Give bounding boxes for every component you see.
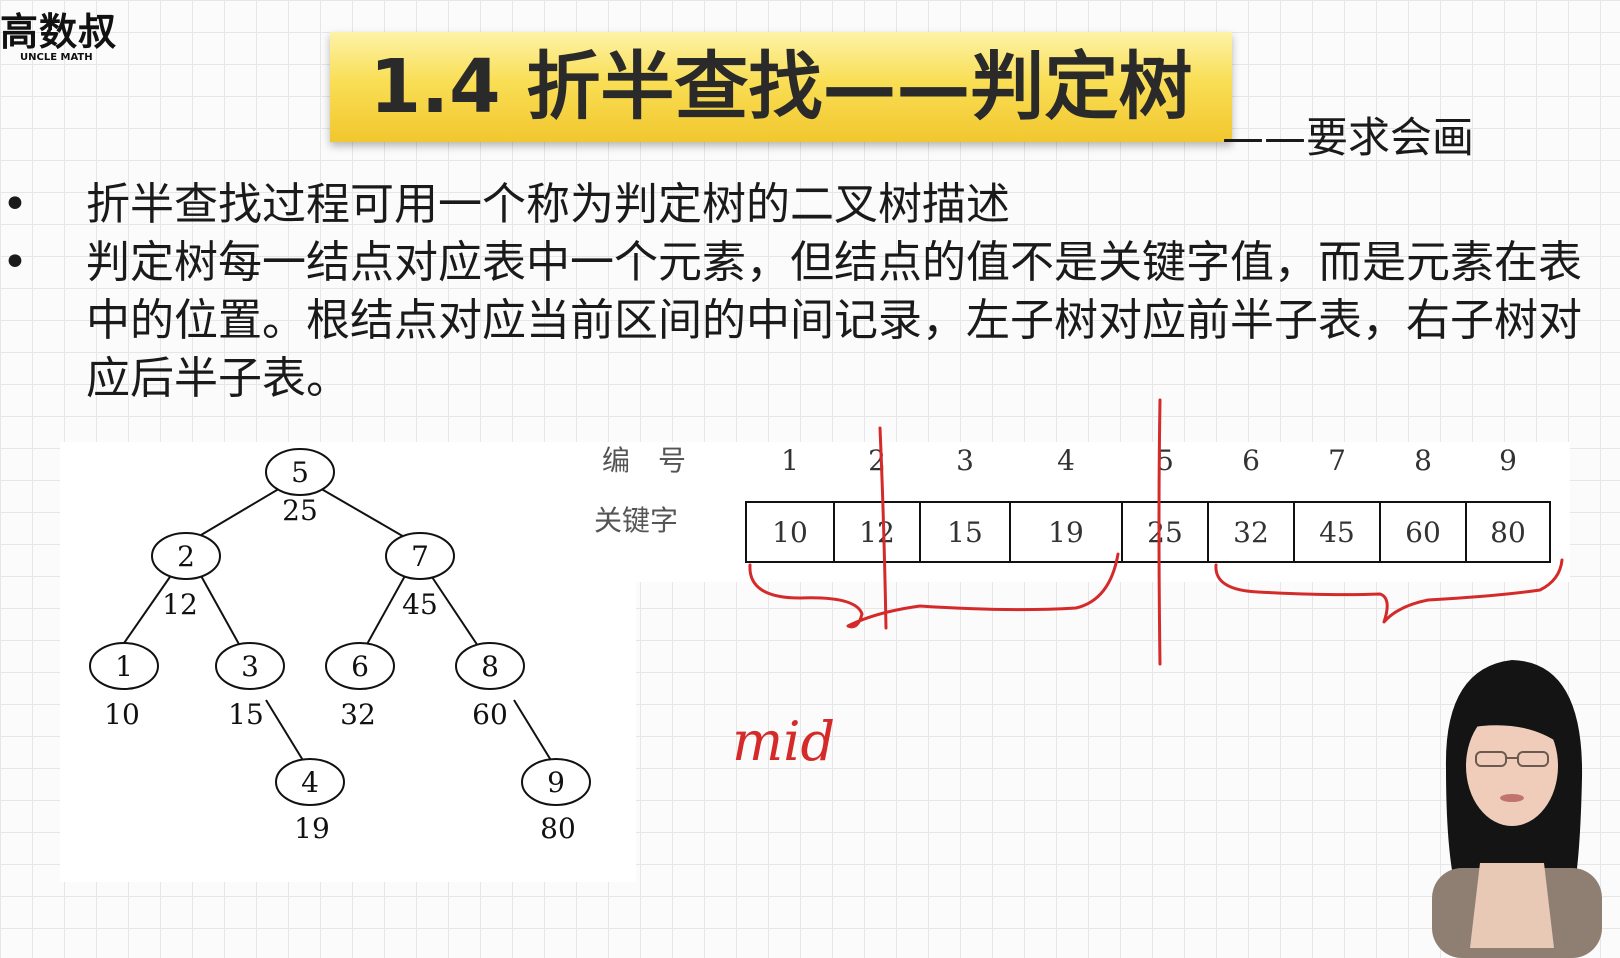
tree-node-key: 80 [540, 812, 576, 845]
table-key-cell: 60 [1405, 516, 1441, 549]
tree-node-key: 25 [282, 494, 318, 527]
bullet-list: • 折半查找过程可用一个称为判定树的二叉树描述 • 判定树每一结点对应表中一个元… [0, 176, 1590, 408]
bullet-dot-icon: • [2, 179, 28, 230]
bullet-item: • 判定树每一结点对应表中一个元素，但结点的值不是关键字值，而是元素在表中的位置… [0, 234, 1590, 408]
table-index-cell: 7 [1328, 444, 1346, 477]
presenter-video [1404, 648, 1620, 958]
tree-node-key: 45 [402, 588, 438, 621]
tree-edge [513, 699, 553, 763]
table-key-cell: 45 [1319, 516, 1355, 549]
tree-edge [195, 486, 283, 539]
slide-title: 1.4 折半查找——判定树 [369, 44, 1193, 130]
logo-title: 高数叔 [0, 10, 118, 54]
bullet-item: • 折半查找过程可用一个称为判定树的二叉树描述 [0, 176, 1590, 234]
presenter-avatar [1432, 660, 1602, 958]
decision-tree: 5 25 2 12 7 45 1 10 3 15 6 32 8 60 4 19 … [60, 442, 636, 882]
table-index-cell: 5 [1156, 444, 1174, 477]
tree-node-index: 8 [481, 650, 499, 683]
tree-node-key: 10 [104, 698, 140, 731]
tree-node-index: 5 [291, 456, 309, 489]
table-key-cell: 32 [1233, 516, 1269, 549]
table-index-cell: 4 [1057, 444, 1075, 477]
tree-node-key: 19 [294, 812, 330, 845]
tree-nodes [89, 448, 591, 806]
tree-node-key: 60 [472, 698, 508, 731]
table-index-cell: 6 [1242, 444, 1260, 477]
table-index-cell: 9 [1499, 444, 1517, 477]
table-key-cell: 80 [1490, 516, 1526, 549]
tree-node-index: 3 [241, 650, 259, 683]
table-index-cell: 1 [781, 444, 799, 477]
table-key-cell: 10 [772, 516, 808, 549]
bullet-text: 判定树每一结点对应表中一个元素，但结点的值不是关键字值，而是元素在表中的位置。根… [86, 237, 1582, 404]
table-index-cell: 8 [1414, 444, 1432, 477]
tree-node-index: 6 [351, 650, 369, 683]
slide-subtitle: ——要求会画 [1222, 113, 1475, 162]
table-key-cell: 12 [859, 516, 895, 549]
title-banner: 1.4 折半查找——判定树 [330, 32, 1232, 142]
tree-node-index: 2 [177, 540, 195, 573]
tree-node-index: 4 [301, 766, 319, 799]
table-key-cell: 15 [947, 516, 983, 549]
table-key-cell: 25 [1147, 516, 1183, 549]
tree-node-index: 9 [547, 766, 565, 799]
tree-edge [317, 486, 407, 539]
tree-edge [265, 699, 305, 763]
table-label-key: 关键字 [594, 504, 678, 537]
mid-annotation: mid [732, 710, 835, 773]
tree-node-key: 32 [340, 698, 376, 731]
tree-node-key: 15 [228, 698, 264, 731]
table-index-cell: 3 [956, 444, 974, 477]
tree-edge [199, 573, 241, 647]
tree-node-index: 1 [115, 650, 133, 683]
table-index-cell: 2 [868, 444, 886, 477]
table-label-index: 编 号 [602, 444, 686, 477]
table-key-cell: 19 [1048, 516, 1084, 549]
bullet-dot-icon: • [2, 237, 28, 288]
tree-node-key: 12 [162, 588, 198, 621]
logo: 高数叔 UNCLE MATH [0, 12, 120, 64]
bullet-text: 折半查找过程可用一个称为判定树的二叉树描述 [86, 179, 1010, 230]
key-table: 编 号 关键字 1 2 3 4 5 6 7 8 9 10 12 15 19 25… [594, 442, 1570, 582]
tree-node-index: 7 [411, 540, 429, 573]
tree-edge [365, 573, 407, 647]
